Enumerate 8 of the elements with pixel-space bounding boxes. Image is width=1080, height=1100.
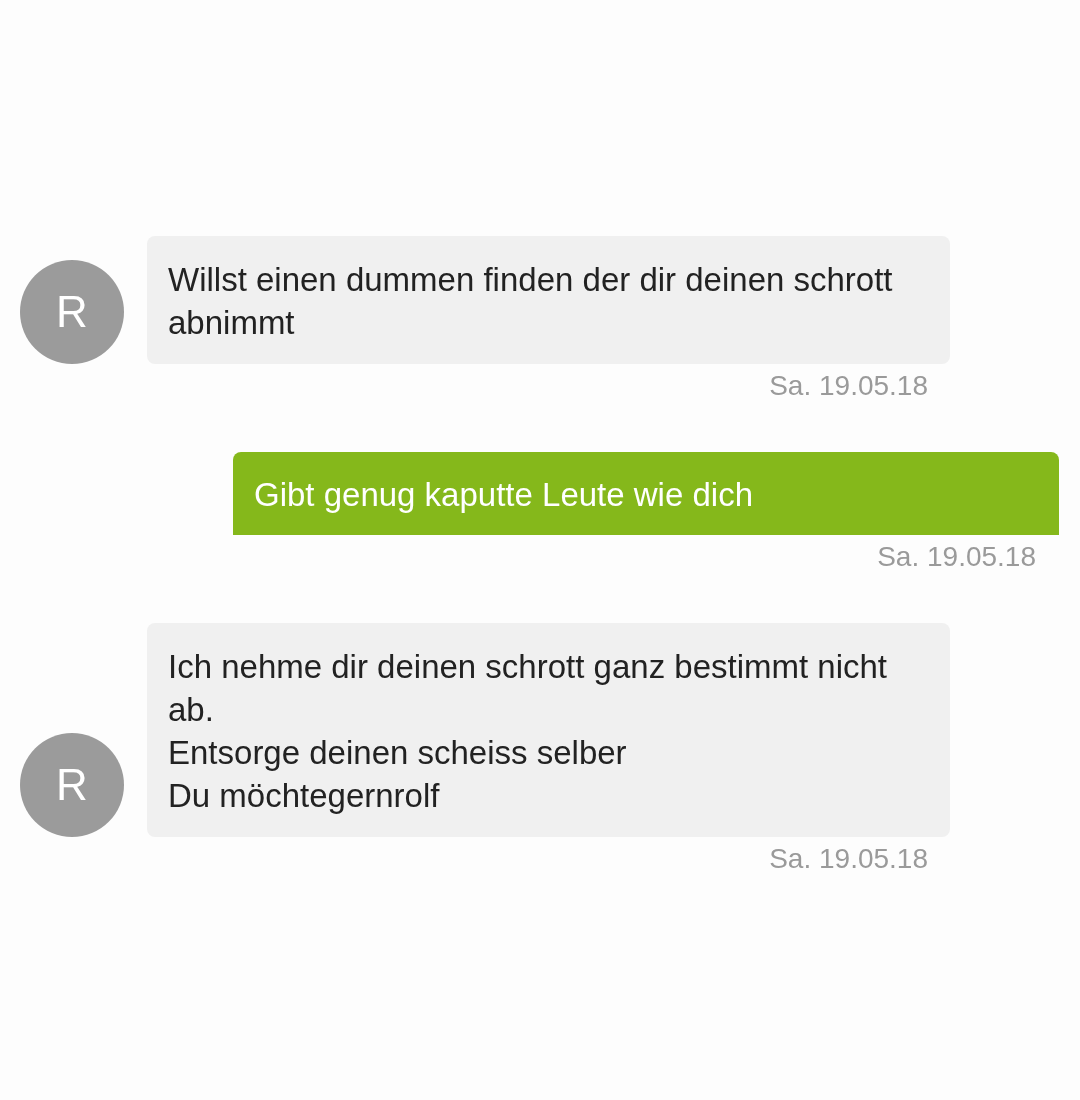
timestamp: Sa. 19.05.18 (877, 541, 1036, 573)
timestamp: Sa. 19.05.18 (769, 370, 928, 402)
avatar: R (20, 260, 124, 364)
avatar: R (20, 733, 124, 837)
timestamp: Sa. 19.05.18 (769, 843, 928, 875)
message-bubble: Gibt genug kaputte Leute wie dich (233, 452, 1059, 535)
message-bubble: Ich nehme dir deinen schrott ganz bestimmt nicht ab. Entsorge deinen scheiss selber Du möchtegernrolf (147, 623, 950, 837)
message-bubble: Willst einen dummen finden der dir deinen schrott abnimmt (147, 236, 950, 364)
